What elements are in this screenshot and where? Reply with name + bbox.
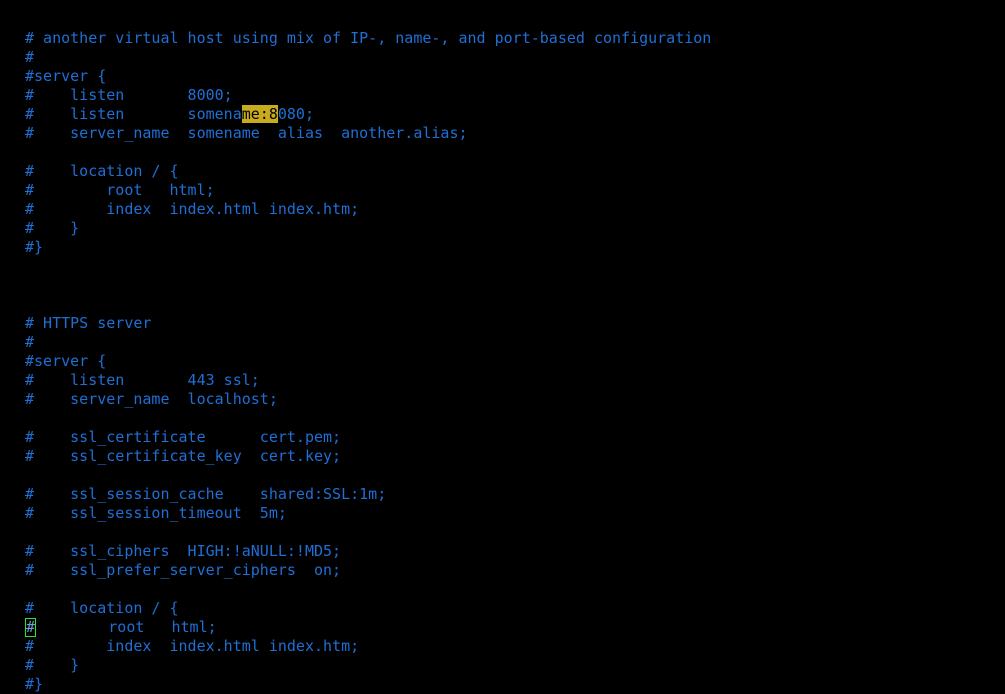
code-line: # root html; (25, 618, 711, 637)
code-text: # } (25, 219, 80, 237)
search-match-highlight: me:8 (241, 105, 278, 123)
code-line: # HTTPS server (25, 314, 711, 333)
code-line: # another virtual host using mix of IP-,… (25, 29, 711, 48)
code-text: root html; (36, 618, 217, 636)
code-text: # ssl_certificate cert.pem; (25, 428, 342, 446)
code-line: #server { (25, 67, 711, 86)
code-text: # listen 443 ssl; (25, 371, 260, 389)
code-text: # ssl_session_timeout 5m; (25, 504, 287, 522)
code-text: #server { (25, 352, 107, 370)
code-line: # (25, 48, 711, 67)
code-line: # ssl_session_timeout 5m; (25, 504, 711, 523)
code-text: # index index.html index.htm; (25, 200, 360, 218)
code-text: # ssl_prefer_server_ciphers on; (25, 561, 342, 579)
code-text: # listen 8000; (25, 86, 233, 104)
terminal-window[interactable]: # another virtual host using mix of IP-,… (0, 0, 1005, 693)
code-text: # location / { (25, 599, 179, 617)
code-text: 080; (277, 105, 314, 123)
code-line: # server_name localhost; (25, 390, 711, 409)
code-text: # ssl_certificate_key cert.key; (25, 447, 342, 465)
code-line: # location / { (25, 162, 711, 181)
code-text: # (25, 333, 35, 351)
code-line: # ssl_session_cache shared:SSL:1m; (25, 485, 711, 504)
code-line: # root html; (25, 181, 711, 200)
code-line: # } (25, 656, 711, 675)
code-line: # server_name somename alias another.ali… (25, 124, 711, 143)
code-line: # ssl_certificate_key cert.key; (25, 447, 711, 466)
code-line: # listen 8000; (25, 86, 711, 105)
code-text: # location / { (25, 162, 179, 180)
code-text: #server { (25, 67, 107, 85)
code-text: # server_name localhost; (25, 390, 278, 408)
code-line: # location / { (25, 599, 711, 618)
code-line: #} (25, 238, 711, 257)
code-line: # ssl_ciphers HIGH:!aNULL:!MD5; (25, 542, 711, 561)
code-line: # index index.html index.htm; (25, 200, 711, 219)
code-text: # HTTPS server (25, 314, 152, 332)
code-text: # } (25, 656, 80, 674)
code-line: # ssl_certificate cert.pem; (25, 428, 711, 447)
code-text: # (25, 48, 35, 66)
code-line: # } (25, 219, 711, 238)
code-line: # ssl_prefer_server_ciphers on; (25, 561, 711, 580)
code-text: # another virtual host using mix of IP-,… (25, 29, 712, 47)
code-text: #} (25, 238, 44, 256)
code-line: #server { (25, 352, 711, 371)
text-cursor: # (25, 618, 37, 637)
code-text: # index index.html index.htm; (25, 637, 360, 655)
code-line: # listen 443 ssl; (25, 371, 711, 390)
code-text: # ssl_session_cache shared:SSL:1m; (25, 485, 387, 503)
code-line: # (25, 333, 711, 352)
code-text: # server_name somename alias another.ali… (25, 124, 468, 142)
code-text: #} (25, 675, 44, 693)
code-text: # listen somena (25, 105, 242, 123)
code-text: # ssl_ciphers HIGH:!aNULL:!MD5; (25, 542, 342, 560)
editor-text-buffer[interactable]: # another virtual host using mix of IP-,… (25, 29, 711, 694)
code-text: # root html; (25, 181, 215, 199)
code-line: # listen somename:8080; (25, 105, 711, 124)
code-line: # index index.html index.htm; (25, 637, 711, 656)
